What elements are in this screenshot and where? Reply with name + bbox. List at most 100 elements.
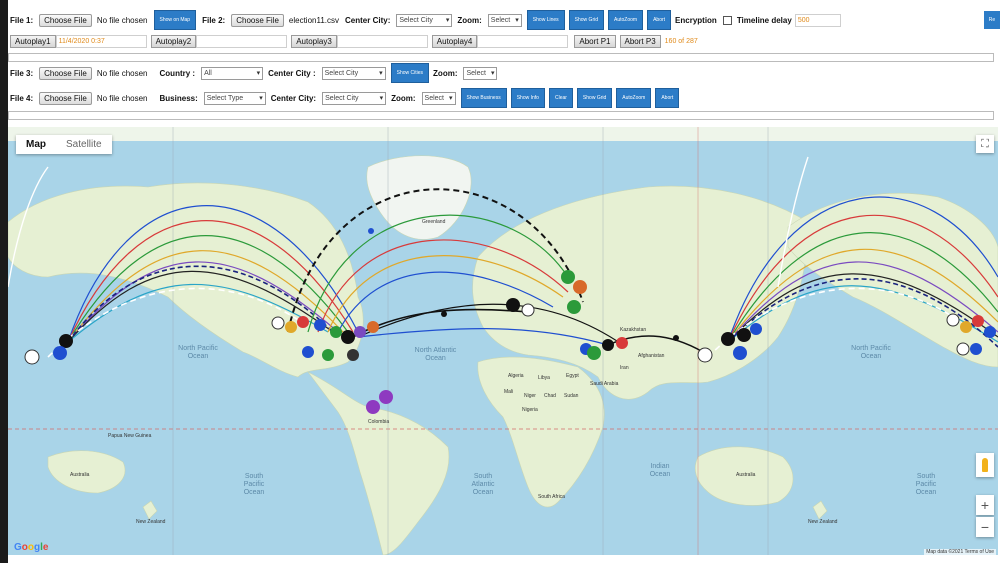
show-lines-button[interactable]: Show Lines (526, 10, 565, 30)
place-greenland: Greenland (422, 219, 446, 225)
ocean-label-south-pacific-east: South Pacific Ocean (915, 473, 937, 496)
ocean-label-north-atlantic: North Atlantic Ocean (414, 347, 457, 362)
land-greenland (366, 155, 472, 240)
file3-label: File 3: (10, 68, 34, 78)
abort-p3-button[interactable]: Abort P3 (619, 35, 661, 48)
timeline-delay-input[interactable]: 500 (794, 13, 841, 27)
left-window-edge (0, 0, 8, 563)
abort-button-4[interactable]: Abort (655, 88, 680, 108)
center-city-select[interactable]: Select City (396, 13, 453, 27)
place-australia: Australia (70, 472, 90, 478)
tab-satellite[interactable]: Satellite (56, 135, 112, 154)
pegman-icon[interactable] (976, 453, 994, 477)
place-new-zealand-east: New Zealand (808, 519, 838, 525)
zoom-select-3[interactable]: Select (463, 66, 498, 80)
show-on-map-button[interactable]: Show on Map (153, 10, 197, 30)
toolbar-row-1: File 1: Choose File No file chosen Show … (8, 10, 1000, 30)
abort-p1-button[interactable]: Abort P1 (574, 35, 616, 48)
business-label: Business: (159, 93, 198, 103)
google-logo: Google (14, 542, 49, 553)
file4-choose-button[interactable]: Choose File (39, 91, 92, 105)
ocean-label-south-atlantic: South Atlantic Ocean (471, 473, 495, 496)
autoplay4-input[interactable] (477, 35, 569, 48)
autoplay1-time[interactable]: 11/4/2020 0:37 (55, 35, 147, 48)
place-kazakhstan: Kazakhstan (620, 327, 647, 333)
abort-button[interactable]: Abort (647, 10, 672, 30)
file2-choose-button[interactable]: Choose File (231, 13, 284, 27)
encryption-label: Encryption (675, 15, 717, 25)
show-grid-button[interactable]: Show Grid (568, 10, 604, 30)
country-label: Country : (159, 68, 196, 78)
arctic-band (8, 127, 998, 141)
place-south-africa: South Africa (538, 494, 565, 500)
place-afghanistan: Afghanistan (638, 353, 665, 359)
timeline-delay-label: Timeline delay (736, 15, 792, 25)
zoom-label: Zoom: (457, 15, 482, 25)
center-city-select-3[interactable]: Select City (321, 66, 386, 80)
map-attribution[interactable]: Map data ©2021 Terms of Use (924, 549, 996, 555)
zoom-label-4: Zoom: (391, 93, 416, 103)
encryption-checkbox[interactable] (722, 15, 732, 25)
show-cities-button[interactable]: Show Cities (390, 63, 430, 83)
fullscreen-icon[interactable]: ⛶ (976, 135, 994, 153)
place-new-zealand: New Zealand (136, 519, 166, 525)
autozoom-button[interactable]: AutoZoom (608, 10, 644, 30)
toolbar-row-3: File 3: Choose File No file chosen Count… (8, 63, 1000, 83)
tab-map[interactable]: Map (16, 135, 56, 154)
autoplay1-button[interactable]: Autoplay1 (10, 35, 56, 48)
file3-choose-button[interactable]: Choose File (39, 66, 92, 80)
show-grid-button-4[interactable]: Show Grid (576, 88, 613, 108)
place-colombia: Colombia (368, 419, 390, 425)
file1-choose-button[interactable]: Choose File (39, 13, 92, 27)
file1-status: No file chosen (96, 15, 148, 25)
autozoom-button-4[interactable]: AutoZoom (616, 88, 652, 108)
ocean-label-south-pacific: South Pacific Ocean (243, 473, 265, 496)
zoom-in-button[interactable]: + (976, 495, 994, 515)
file2-name: election11.csv (288, 15, 340, 25)
ocean-label-north-pacific-east: North Pacific Ocean (851, 345, 891, 360)
autoplay2-button[interactable]: Autoplay2 (150, 35, 197, 48)
place-papua-new-guinea: Papua New Guinea (108, 433, 152, 439)
place-chad: Chad (544, 393, 556, 399)
zoom-select-4[interactable]: Select (421, 91, 456, 105)
autoplay4-button[interactable]: Autoplay4 (431, 35, 478, 48)
file4-status: No file chosen (96, 93, 148, 103)
place-libya: Libya (538, 375, 550, 381)
place-egypt: Egypt (566, 373, 579, 379)
business-select[interactable]: Select Type (203, 91, 266, 105)
show-business-button[interactable]: Show Business (460, 88, 507, 108)
center-city-select-4[interactable]: Select City (322, 91, 387, 105)
land-new-zealand (142, 500, 158, 520)
center-city-label-4: Center City: (270, 93, 317, 103)
autoplay3-input[interactable] (336, 35, 428, 48)
progress-bar-1 (8, 53, 994, 62)
file3-status: No file chosen (96, 68, 148, 78)
progress-count: 160 of 287 (664, 38, 698, 45)
place-algeria: Algeria (508, 373, 524, 379)
world-map[interactable]: Map Satellite ⛶ + − North Pacific Ocean … (8, 127, 998, 555)
zoom-label-3: Zoom: (433, 68, 458, 78)
zoom-out-button[interactable]: − (976, 517, 994, 537)
autoplay2-input[interactable] (196, 35, 288, 48)
place-iran: Iran (620, 365, 629, 371)
file2-label: File 2: (202, 15, 226, 25)
land-new-zealand-east (812, 500, 828, 520)
place-australia-east: Australia (736, 472, 756, 478)
map-canvas (8, 127, 998, 555)
toolbar-row-2: Autoplay1 11/4/2020 0:37 Autoplay2 Autop… (8, 34, 1000, 49)
autoplay3-button[interactable]: Autoplay3 (291, 35, 337, 48)
land-south-america (307, 371, 450, 555)
country-select[interactable]: All (201, 66, 264, 80)
cut-off-button[interactable]: Re (984, 11, 1000, 29)
toolbar-row-4: File 4: Choose File No file chosen Busin… (8, 88, 1000, 108)
zoom-select[interactable]: Select (487, 13, 522, 27)
clear-button[interactable]: Clear (548, 88, 573, 108)
place-mali: Mali (504, 389, 514, 395)
pegman-figure (982, 458, 988, 472)
show-info-button[interactable]: Show Info (510, 88, 545, 108)
file1-label: File 1: (10, 15, 34, 25)
place-nigeria: Nigeria (522, 407, 538, 413)
progress-bar-2 (8, 111, 994, 120)
place-sudan: Sudan (564, 393, 579, 399)
ocean-label-north-pacific: North Pacific Ocean (178, 345, 218, 360)
